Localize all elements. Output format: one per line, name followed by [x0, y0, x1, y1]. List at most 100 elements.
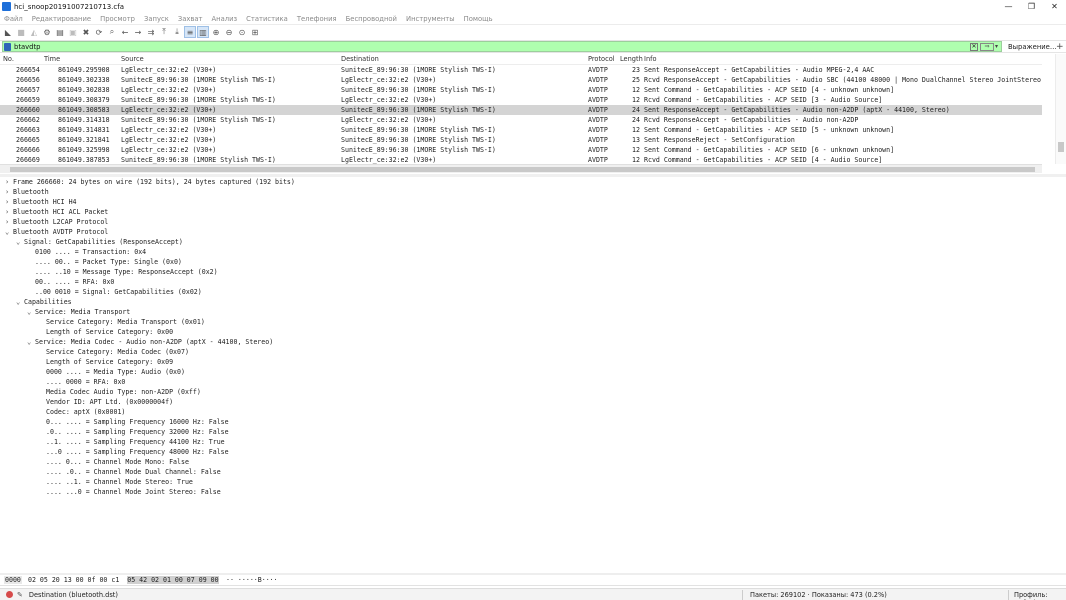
- packet-row[interactable]: 266656 861049.302338 SunitecE_89:96:30 (1M…: [0, 75, 1042, 85]
- detail-tree-item[interactable]: .... ...0 = Channel Mode Joint Stereo: F…: [0, 487, 1066, 497]
- options-icon[interactable]: ⚙: [41, 26, 53, 38]
- menu-item[interactable]: Редактирование: [32, 15, 91, 23]
- chevron-down-icon[interactable]: ⌄: [5, 227, 9, 237]
- close-file-icon[interactable]: ✖: [80, 26, 92, 38]
- detail-tree-item[interactable]: › Frame 266660: 24 bytes on wire (192 bit…: [0, 177, 1066, 187]
- detail-tree-item[interactable]: .0.. .... = Sampling Frequency 32000 Hz:…: [0, 427, 1066, 437]
- detail-tree-item[interactable]: Service Category: Media Codec (0x07): [0, 347, 1066, 357]
- expression-button[interactable]: Выражение…: [1008, 43, 1057, 51]
- menu-item[interactable]: Статистика: [246, 15, 288, 23]
- chevron-right-icon[interactable]: ›: [5, 197, 9, 207]
- detail-tree-item[interactable]: › Bluetooth HCI H4: [0, 197, 1066, 207]
- detail-tree-item[interactable]: › Bluetooth: [0, 187, 1066, 197]
- close-button[interactable]: ✕: [1043, 0, 1066, 13]
- chevron-right-icon[interactable]: ›: [5, 217, 9, 227]
- packet-row[interactable]: 266654 861049.295908 LgElectr_ce:32:e2 (V3…: [0, 65, 1042, 75]
- menu-item[interactable]: Запуск: [144, 15, 169, 23]
- column-header-protocol[interactable]: Protocol: [588, 55, 615, 63]
- chevron-down-icon[interactable]: ⌄: [27, 337, 31, 347]
- packet-row[interactable]: 266660 861049.308583 LgElectr_ce:32:e2 (V3…: [0, 105, 1042, 115]
- detail-tree-item[interactable]: 00.. .... = RFA: 0x0: [0, 277, 1066, 287]
- bytes-hex-group-1[interactable]: 02 05 20 13 00 0f 00 c1: [28, 576, 119, 584]
- start-icon[interactable]: ◣: [2, 26, 14, 38]
- status-profile[interactable]: Профиль: Default: [1014, 591, 1066, 600]
- filter-text[interactable]: btavdtp: [14, 43, 970, 51]
- detail-tree-item[interactable]: › Bluetooth L2CAP Protocol: [0, 217, 1066, 227]
- zoom-in-icon[interactable]: ⊕: [210, 26, 222, 38]
- detail-tree-item[interactable]: ⌄ Capabilities: [0, 297, 1066, 307]
- detail-tree-item[interactable]: 0000 .... = Media Type: Audio (0x0): [0, 367, 1066, 377]
- apply-filter-icon[interactable]: ⇒: [979, 42, 994, 51]
- chevron-right-icon[interactable]: ›: [5, 207, 9, 217]
- menu-item[interactable]: Просмотр: [100, 15, 135, 23]
- bytes-hex-group-2[interactable]: 05 42 02 01 00 07 09 00: [127, 576, 219, 584]
- detail-tree-item[interactable]: ⌄ Service: Media Transport: [0, 307, 1066, 317]
- menu-item[interactable]: Файл: [4, 15, 23, 23]
- chevron-right-icon[interactable]: ›: [5, 177, 9, 187]
- edit-comment-icon[interactable]: ✎: [17, 591, 23, 599]
- open-icon[interactable]: ▤: [54, 26, 66, 38]
- reload-icon[interactable]: ⟳: [93, 26, 105, 38]
- detail-tree-item[interactable]: .... 00.. = Packet Type: Single (0x0): [0, 257, 1066, 267]
- packet-row[interactable]: 266657 861049.302838 LgElectr_ce:32:e2 (V3…: [0, 85, 1042, 95]
- detail-tree-item[interactable]: 0100 .... = Transaction: 0x4: [0, 247, 1066, 257]
- column-header-length[interactable]: Length: [620, 55, 643, 63]
- packet-row[interactable]: 266669 861049.387853 SunitecE_89:96:30 (1M…: [0, 155, 1042, 164]
- packet-row[interactable]: 266665 861049.321841 LgElectr_ce:32:e2 (V3…: [0, 135, 1042, 145]
- column-header-destination[interactable]: Destination: [341, 55, 379, 63]
- scroll-thumb[interactable]: [1058, 142, 1064, 152]
- chevron-down-icon[interactable]: ⌄: [27, 307, 31, 317]
- chevron-down-icon[interactable]: ⌄: [16, 297, 20, 307]
- packet-list-hscrollbar[interactable]: [0, 164, 1042, 173]
- detail-tree-item[interactable]: Length of Service Category: 0x09: [0, 357, 1066, 367]
- restart-icon[interactable]: ◭: [28, 26, 40, 38]
- detail-tree-item[interactable]: 0... .... = Sampling Frequency 16000 Hz:…: [0, 417, 1066, 427]
- colorize-icon[interactable]: ▥: [197, 26, 209, 38]
- resize-columns-icon[interactable]: ⊞: [249, 26, 261, 38]
- column-header-time[interactable]: Time: [44, 55, 60, 63]
- menu-item[interactable]: Телефония: [297, 15, 337, 23]
- packet-list-vscrollbar[interactable]: [1055, 54, 1066, 164]
- find-icon[interactable]: ⌕: [106, 26, 118, 38]
- maximize-button[interactable]: ❐: [1020, 0, 1043, 13]
- detail-tree-item[interactable]: ..1. .... = Sampling Frequency 44100 Hz:…: [0, 437, 1066, 447]
- chevron-right-icon[interactable]: ›: [5, 187, 9, 197]
- menu-item[interactable]: Инструменты: [406, 15, 455, 23]
- scroll-thumb[interactable]: [10, 167, 1035, 172]
- column-header-no[interactable]: No.: [3, 55, 14, 63]
- goto-icon[interactable]: ⇉: [145, 26, 157, 38]
- packet-row[interactable]: 266666 861049.325998 LgElectr_ce:32:e2 (V3…: [0, 145, 1042, 155]
- bytes-ascii[interactable]: ·· ·····B····: [226, 576, 278, 584]
- first-icon[interactable]: ⤒: [158, 26, 170, 38]
- zoom-normal-icon[interactable]: ⊙: [236, 26, 248, 38]
- chevron-down-icon[interactable]: ⌄: [16, 237, 20, 247]
- detail-tree-item[interactable]: ⌄ Signal: GetCapabilities (ResponseAccept…: [0, 237, 1066, 247]
- display-filter-input[interactable]: btavdtp ✕ ⇒ ▾: [2, 41, 1002, 52]
- packet-row[interactable]: 266659 861049.308379 SunitecE_89:96:30 (1M…: [0, 95, 1042, 105]
- detail-tree-item[interactable]: ...0 .... = Sampling Frequency 48000 Hz:…: [0, 447, 1066, 457]
- detail-tree-item[interactable]: Vendor ID: APT Ltd. (0x0000004f): [0, 397, 1066, 407]
- add-filter-button[interactable]: +: [1056, 42, 1064, 52]
- detail-tree-item[interactable]: Length of Service Category: 0x00: [0, 327, 1066, 337]
- column-header-info[interactable]: Info: [644, 55, 656, 63]
- column-header-source[interactable]: Source: [121, 55, 144, 63]
- last-icon[interactable]: ⤓: [171, 26, 183, 38]
- detail-tree-item[interactable]: Codec: aptX (0x0001): [0, 407, 1066, 417]
- zoom-out-icon[interactable]: ⊖: [223, 26, 235, 38]
- clear-filter-icon[interactable]: ✕: [969, 42, 978, 51]
- forward-icon[interactable]: →: [132, 26, 144, 38]
- menu-item[interactable]: Анализ: [212, 15, 238, 23]
- detail-tree-item[interactable]: ⌄ Service: Media Codec - Audio non-A2DP (…: [0, 337, 1066, 347]
- filter-bookmark-icon[interactable]: [4, 42, 11, 51]
- detail-tree-item[interactable]: .... 0... = Channel Mode Mono: False: [0, 457, 1066, 467]
- menu-item[interactable]: Беспроводной: [346, 15, 397, 23]
- back-icon[interactable]: ←: [119, 26, 131, 38]
- packet-row[interactable]: 266663 861049.314831 LgElectr_ce:32:e2 (V3…: [0, 125, 1042, 135]
- stop-icon[interactable]: ■: [15, 26, 27, 38]
- filter-history-chevron-icon[interactable]: ▾: [995, 43, 998, 50]
- detail-tree-item[interactable]: Media Codec Audio Type: non-A2DP (0xff): [0, 387, 1066, 397]
- bytes-hex[interactable]: 02 05 20 13 00 0f 00 c1 05 42 02 01 00 0…: [28, 576, 219, 584]
- detail-tree-item[interactable]: ..00 0010 = Signal: GetCapabilities (0x0…: [0, 287, 1066, 297]
- menu-item[interactable]: Помощь: [464, 15, 493, 23]
- detail-tree-item[interactable]: .... 0000 = RFA: 0x0: [0, 377, 1066, 387]
